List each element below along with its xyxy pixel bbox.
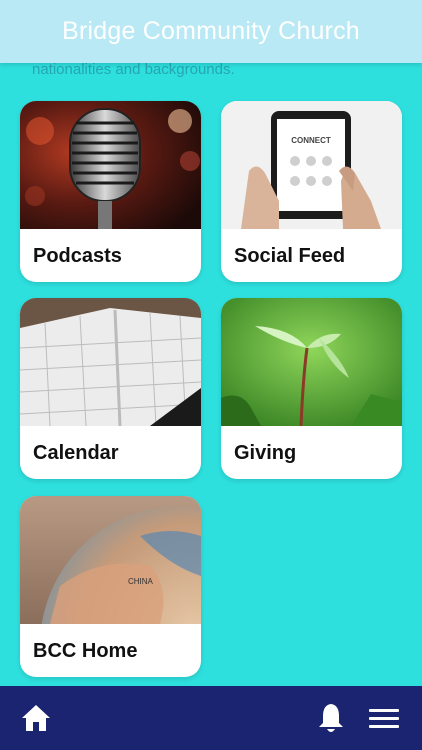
tile-social-feed[interactable]: CONNECT Social Feed xyxy=(221,101,402,282)
bottom-nav-bar xyxy=(0,686,422,750)
tile-calendar[interactable]: Calendar xyxy=(20,298,201,479)
calendar-image xyxy=(20,298,201,426)
globe-image: CHINA xyxy=(20,496,201,624)
microphone-image xyxy=(20,101,201,229)
intro-text: nationalities and backgrounds. xyxy=(32,61,235,78)
seedling-image xyxy=(221,298,402,426)
page-title: Bridge Community Church xyxy=(62,17,360,45)
tile-social-feed-label: Social Feed xyxy=(234,245,346,267)
tablet-connect-image: CONNECT xyxy=(221,101,402,229)
china-text: CHINA xyxy=(128,577,154,586)
tile-giving-label: Giving xyxy=(234,442,297,464)
tile-bcc-home-label: BCC Home xyxy=(33,640,138,662)
tile-podcasts-label: Podcasts xyxy=(33,245,122,267)
hamburger-menu-icon[interactable] xyxy=(369,709,399,734)
bell-icon[interactable] xyxy=(317,702,345,739)
connect-text: CONNECT xyxy=(291,136,331,145)
tile-bcc-home[interactable]: CHINA BCC Home xyxy=(20,496,201,677)
tile-podcasts[interactable]: Podcasts xyxy=(20,101,201,282)
tile-calendar-label: Calendar xyxy=(33,442,119,464)
tile-giving[interactable]: Giving xyxy=(221,298,402,479)
top-bar: Bridge Community Church xyxy=(0,0,422,63)
home-icon[interactable] xyxy=(21,704,51,737)
